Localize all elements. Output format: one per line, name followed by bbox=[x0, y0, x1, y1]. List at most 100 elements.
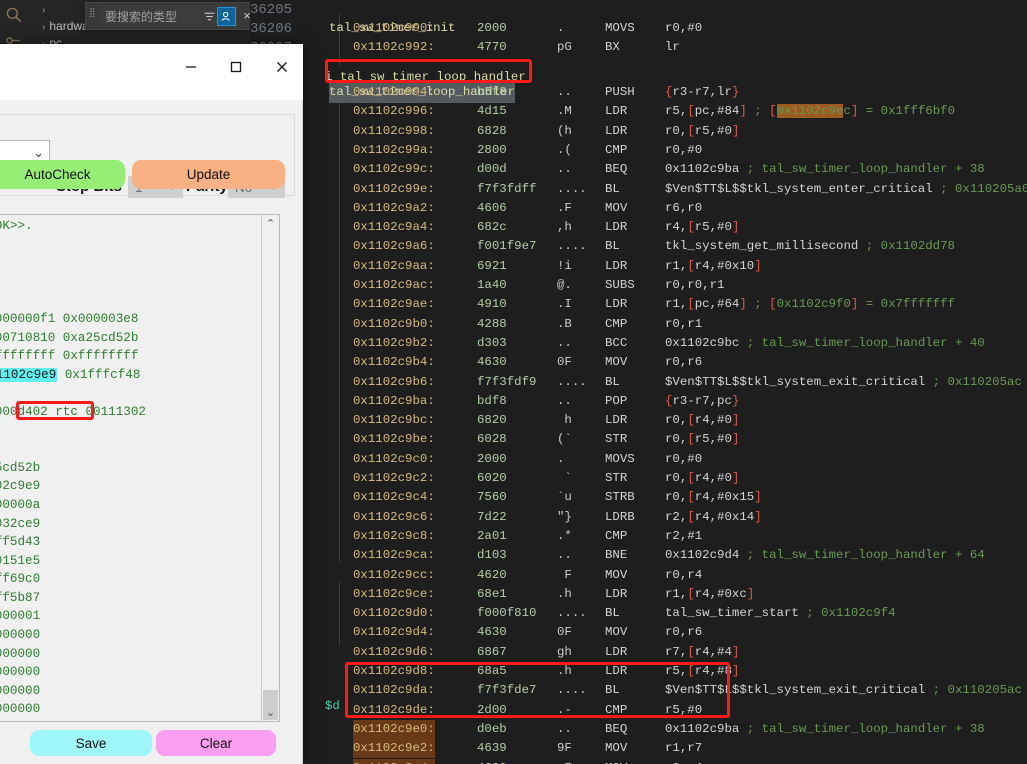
instruction-mnemonic: LDRB bbox=[605, 509, 635, 524]
instruction-mnemonic: LDR bbox=[605, 664, 628, 678]
instruction-ascii: gh bbox=[557, 644, 572, 659]
chevron-down-icon: ⌄ bbox=[33, 144, 44, 160]
instruction-operands: r0,r6 bbox=[665, 355, 703, 370]
instruction-bytes: 6020 bbox=[477, 471, 507, 485]
instruction-address: 0x1102c994: bbox=[353, 85, 435, 99]
instruction-ascii: F bbox=[557, 567, 572, 582]
instruction-mnemonic: BEQ bbox=[605, 721, 628, 736]
instruction-operands: r5,[pc,#84] ; [0x1102c9ec] = 0x1fff6bf0 bbox=[665, 104, 956, 119]
instruction-mnemonic: LDR bbox=[605, 413, 628, 428]
close-icon[interactable] bbox=[265, 54, 299, 80]
instruction-address: 0x1102c9b4: bbox=[353, 355, 435, 370]
instruction-mnemonic: BL bbox=[605, 606, 620, 621]
instruction-bytes: 7560 bbox=[477, 490, 507, 505]
instruction-operands: r1,[r4,#0xc] bbox=[665, 586, 755, 601]
instruction-bytes: 2000 bbox=[477, 21, 507, 35]
instruction-mnemonic: PUSH bbox=[605, 85, 635, 99]
instruction-operands: 0x1102c9ba ; tal_sw_timer_loop_handler +… bbox=[665, 162, 985, 177]
instruction-bytes: d303 bbox=[477, 335, 507, 350]
instruction-mnemonic: STR bbox=[605, 432, 628, 447]
update-button[interactable]: Update bbox=[132, 160, 285, 189]
drag-handle-icon[interactable]: ⣿ bbox=[89, 8, 99, 24]
scroll-up-icon[interactable]: ⌃ bbox=[262, 215, 279, 232]
instruction-ascii: .( bbox=[557, 142, 572, 157]
instruction-address: 0x1102c9b2: bbox=[353, 335, 435, 350]
instruction-mnemonic: MOVS bbox=[605, 21, 635, 35]
instruction-address: 0x1102c9c0: bbox=[353, 451, 435, 466]
instruction-bytes: 4770 bbox=[477, 40, 507, 55]
instruction-mnemonic: CMP bbox=[605, 142, 628, 157]
indent-guide bbox=[339, 85, 340, 563]
instruction-mnemonic: CMP bbox=[605, 702, 628, 717]
instruction-bytes: 68a5 bbox=[477, 664, 507, 678]
instruction-ascii: ,h bbox=[557, 220, 572, 235]
instruction-operands: r0,r6 bbox=[665, 625, 703, 640]
autocheck-button[interactable]: AutoCheck bbox=[0, 160, 125, 189]
maximize-icon[interactable] bbox=[219, 54, 253, 80]
marker-data: $d bbox=[325, 699, 340, 714]
instruction-address: 0x1102c9e2: bbox=[353, 739, 435, 759]
instruction-bytes: f000f810 bbox=[477, 606, 537, 621]
instruction-mnemonic: BEQ bbox=[605, 162, 628, 177]
instruction-address: 0x1102c9d8: bbox=[353, 664, 435, 678]
instruction-address: 0x1102c9cc: bbox=[353, 567, 435, 582]
instruction-address: 0x1102c9d0: bbox=[353, 606, 435, 621]
instruction-address: 0x1102c992: bbox=[353, 40, 435, 55]
match-whole-word-icon[interactable] bbox=[217, 6, 236, 26]
instruction-operands: $Ven$TT$L$$tkl_system_exit_critical ; 0x… bbox=[665, 374, 1022, 389]
search-icon[interactable] bbox=[5, 6, 23, 24]
instruction-mnemonic: BL bbox=[605, 239, 620, 254]
instruction-address: 0x1102c9c8: bbox=[353, 528, 435, 543]
instruction-ascii: .B bbox=[557, 316, 572, 331]
instruction-mnemonic: MOV bbox=[605, 567, 628, 582]
instruction-operands: r2,[r4,#0x14] bbox=[665, 509, 762, 524]
instruction-bytes: 4630 bbox=[477, 355, 507, 370]
instruction-operands: 0x1102c9ba ; tal_sw_timer_loop_handler +… bbox=[665, 721, 985, 736]
instruction-ascii: !i bbox=[557, 258, 572, 273]
console-output[interactable]: 0058#OK>>. 2b 0x000000f1 0x000003e8 48 0… bbox=[0, 214, 280, 722]
instruction-ascii: @. bbox=[557, 278, 572, 292]
console-scrollbar[interactable]: ⌃ ⌄ bbox=[261, 215, 278, 721]
instruction-operands: r0,[r4,#0] bbox=[665, 413, 740, 428]
serial-tool-dialog[interactable]: ⌄ Stop Bits 1 Parity No AutoCheck Update… bbox=[0, 44, 303, 764]
instruction-operands: tkl_system_get_millisecond ; 0x1102dd78 bbox=[665, 239, 955, 254]
instruction-mnemonic: MOV bbox=[605, 625, 628, 640]
instruction-operands: {r3-r7,lr} bbox=[665, 85, 740, 99]
instruction-address: 0x1102c9c6: bbox=[353, 509, 435, 524]
instruction-address: 0x1102c9aa: bbox=[353, 258, 435, 273]
instruction-mnemonic: POP bbox=[605, 393, 628, 408]
disassembly-panel[interactable]: tal_sw_timer_init i_tal_sw_timer_loop_ha… bbox=[325, 0, 1027, 764]
instruction-ascii: .. bbox=[557, 162, 572, 177]
instruction-ascii: "} bbox=[557, 509, 572, 524]
tree-item-0[interactable]: › bbox=[42, 2, 49, 16]
instruction-mnemonic: LDR bbox=[605, 220, 628, 235]
instruction-bytes: 2d00 bbox=[477, 702, 507, 717]
instruction-bytes: f7f3fdf9 bbox=[477, 374, 537, 389]
instruction-address: 0x1102c9a2: bbox=[353, 200, 435, 215]
instruction-address: 0x1102c9c2: bbox=[353, 471, 435, 485]
instruction-address: 0x1102c9ca: bbox=[353, 548, 435, 563]
instruction-address: 0x1102c9ba: bbox=[353, 393, 435, 408]
instruction-address: 0x1102c9a6: bbox=[353, 239, 435, 254]
instruction-bytes: 2000 bbox=[477, 451, 507, 466]
instruction-operands: r0,#0 bbox=[665, 142, 703, 157]
minimize-icon[interactable] bbox=[174, 54, 208, 80]
save-button[interactable]: Save bbox=[30, 730, 152, 756]
search-input-wrapper[interactable]: 要搜索的类型 bbox=[101, 5, 239, 27]
filter-icon[interactable] bbox=[201, 8, 218, 25]
instruction-mnemonic: MOV bbox=[605, 759, 627, 764]
instruction-mnemonic: CMP bbox=[605, 528, 628, 543]
instruction-address: 0x1102c99e: bbox=[353, 181, 435, 196]
clear-button[interactable]: Clear bbox=[156, 730, 276, 756]
instruction-ascii: .h bbox=[557, 586, 572, 601]
dialog-title-bar[interactable] bbox=[0, 44, 303, 100]
search-widget[interactable]: ⣿ 要搜索的类型 × bbox=[85, 2, 258, 30]
instruction-operands: r5,[r4,#8] bbox=[665, 664, 740, 678]
instruction-bytes: f7f3fde7 bbox=[477, 683, 537, 698]
instruction-address: 0x1102c9b6: bbox=[353, 374, 435, 389]
instruction-ascii: 9F bbox=[557, 741, 572, 756]
scroll-down-icon[interactable]: ⌄ bbox=[262, 704, 279, 721]
instruction-ascii: .... bbox=[557, 374, 587, 389]
instruction-address: 0x1102c9be: bbox=[353, 432, 435, 447]
search-input[interactable]: 要搜索的类型 bbox=[105, 8, 201, 25]
